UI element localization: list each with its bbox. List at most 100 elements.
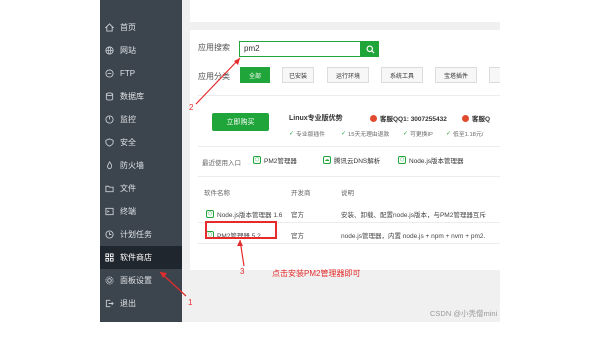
column-header-vendor: 开发商 [291, 190, 311, 197]
recent-entries-label: 最近使用入口 [202, 160, 241, 167]
ftp-icon [105, 69, 114, 78]
nodejs-icon: ⬡ [398, 156, 406, 164]
software-name: Node.js版本管理器 1.6 [217, 212, 283, 219]
table-row[interactable]: ⬡ Node.js版本管理器 1.6 官方 安装、卸载、配置node.js版本，与… [198, 202, 500, 223]
sidebar-item-files[interactable]: 文件 [100, 177, 182, 200]
tab-system-tools[interactable]: 系统工具 [381, 67, 423, 83]
tab-bt-plugins[interactable]: 宝塔插件 [435, 67, 477, 83]
sidebar-item-label: 安全 [120, 138, 136, 147]
sidebar-item-label: FTP [120, 69, 136, 78]
software-name-cell: ⬡ Node.js版本管理器 1.6 [206, 209, 282, 219]
recent-item-label: 腾讯云DNS解析 [334, 158, 381, 165]
logout-icon [105, 299, 114, 308]
sidebar-item-label: 退出 [120, 299, 136, 308]
sidebar-item-database[interactable]: 数据库 [100, 85, 182, 108]
sidebar-item-terminal[interactable]: 终端 [100, 200, 182, 223]
description-cell: node.js管理器，内置 node.js + npm + nvm + pm2. [341, 233, 486, 240]
sidebar-item-firewall[interactable]: 防火墙 [100, 154, 182, 177]
sidebar: 首页 网站 FTP 数据库 监控 安全 防火墙 文件 终端 计划任务 软件商店 … [100, 0, 182, 322]
qq-contact-2[interactable]: 客服Q [462, 113, 490, 123]
qq-icon [462, 114, 469, 122]
tab-installed[interactable]: 已安装 [282, 67, 314, 83]
qq-contact-text: 客服QQ1: 3007255432 [380, 116, 447, 123]
check-icon: ✓ [403, 131, 409, 137]
recent-item-label: PM2管理器 [264, 158, 297, 165]
sidebar-item-logout[interactable]: 退出 [100, 292, 182, 315]
sidebar-item-label: 首页 [120, 23, 136, 32]
search-input[interactable]: pm2 [239, 41, 361, 57]
feature-item: ✓ 专业版插件 [289, 129, 325, 138]
terminal-icon [105, 207, 114, 216]
sidebar-item-label: 面板设置 [120, 276, 152, 285]
sidebar-item-label: 终端 [120, 207, 136, 216]
grid-icon [105, 253, 114, 262]
sidebar-item-monitor[interactable]: 监控 [100, 108, 182, 131]
sidebar-item-label: 网站 [120, 46, 136, 55]
qq-contact-text: 客服Q [472, 116, 491, 123]
buy-now-button[interactable]: 立即购买 [212, 113, 269, 131]
sidebar-item-home[interactable]: 首页 [100, 16, 182, 39]
qq-contact-1[interactable]: 客服QQ1: 3007255432 [370, 113, 447, 123]
annotation-number-2: 2 [189, 103, 194, 112]
clock-icon [105, 230, 114, 239]
shield-icon [105, 138, 114, 147]
gear-icon [105, 276, 114, 285]
column-header-desc: 说明 [341, 190, 354, 197]
search-icon [365, 44, 375, 54]
feature-item: ✓ 15天无理由退款 [341, 129, 389, 138]
sidebar-item-security[interactable]: 安全 [100, 131, 182, 154]
feature-text: 低至1.18元/ [453, 132, 484, 138]
software-store-panel: 应用搜索 pm2 应用分类 全部 已安装 运行环境 系统工具 宝塔插件 立即购买… [190, 30, 500, 270]
sidebar-item-label: 监控 [120, 115, 136, 124]
globe-icon [105, 46, 114, 55]
firewall-icon [105, 161, 114, 170]
divider [198, 146, 500, 147]
sidebar-item-site[interactable]: 网站 [100, 39, 182, 62]
sidebar-item-label: 计划任务 [120, 230, 152, 239]
folder-icon [105, 184, 114, 193]
nodejs-icon: ⬡ [206, 210, 214, 218]
check-icon: ✓ [446, 131, 452, 137]
search-label: 应用搜索 [198, 43, 230, 52]
feature-text: 可更换IP [410, 132, 433, 138]
recent-item-label: Node.js版本管理器 [409, 158, 464, 165]
recent-item-node-version[interactable]: ⬡ Node.js版本管理器 [398, 155, 464, 165]
column-header-name: 软件名称 [204, 190, 230, 197]
check-icon: ✓ [341, 131, 347, 137]
top-bar [190, 0, 500, 22]
sidebar-item-ftp[interactable]: FTP [100, 62, 182, 85]
tab-runtime[interactable]: 运行环境 [327, 67, 369, 83]
divider [198, 95, 500, 96]
annotation-note: 点击安装PM2管理器即可 [272, 269, 361, 278]
tab-more[interactable] [489, 67, 500, 83]
annotation-number-3: 3 [240, 267, 245, 276]
nodejs-icon: ⬡ [253, 156, 261, 164]
vendor-cell: 官方 [291, 233, 304, 240]
feature-text: 15天无理由退款 [348, 132, 390, 138]
sidebar-item-label: 数据库 [120, 92, 144, 101]
annotation-number-1: 1 [188, 298, 193, 307]
feature-item: ✓ 可更换IP [403, 129, 433, 138]
recent-item-pm2[interactable]: ⬡ PM2管理器 [253, 155, 297, 165]
sidebar-item-label: 软件商店 [120, 253, 152, 262]
watermark: CSDN @小秃僧mini [430, 309, 498, 318]
database-icon [105, 92, 114, 101]
recent-item-tencent-dns[interactable]: ☁ 腾讯云DNS解析 [323, 155, 380, 165]
sidebar-item-cron[interactable]: 计划任务 [100, 223, 182, 246]
search-button[interactable] [361, 41, 379, 57]
monitor-icon [105, 115, 114, 124]
divider [198, 176, 500, 177]
qq-icon [370, 114, 377, 122]
sidebar-item-label: 防火墙 [120, 161, 144, 170]
tab-all[interactable]: 全部 [240, 67, 270, 83]
check-icon: ✓ [289, 131, 295, 137]
sidebar-item-software-store[interactable]: 软件商店 [100, 246, 182, 269]
vendor-cell: 官方 [291, 212, 304, 219]
pm2-highlight-box [205, 221, 277, 239]
feature-text: 专业版插件 [296, 132, 326, 138]
description-cell: 安装、卸载、配置node.js版本，与PM2管理器互斥 [341, 212, 486, 219]
sidebar-item-panel-settings[interactable]: 面板设置 [100, 269, 182, 292]
pro-advantages-title: Linux专业版优势 [289, 115, 343, 122]
category-label: 应用分类 [198, 72, 230, 81]
home-icon [105, 23, 114, 32]
